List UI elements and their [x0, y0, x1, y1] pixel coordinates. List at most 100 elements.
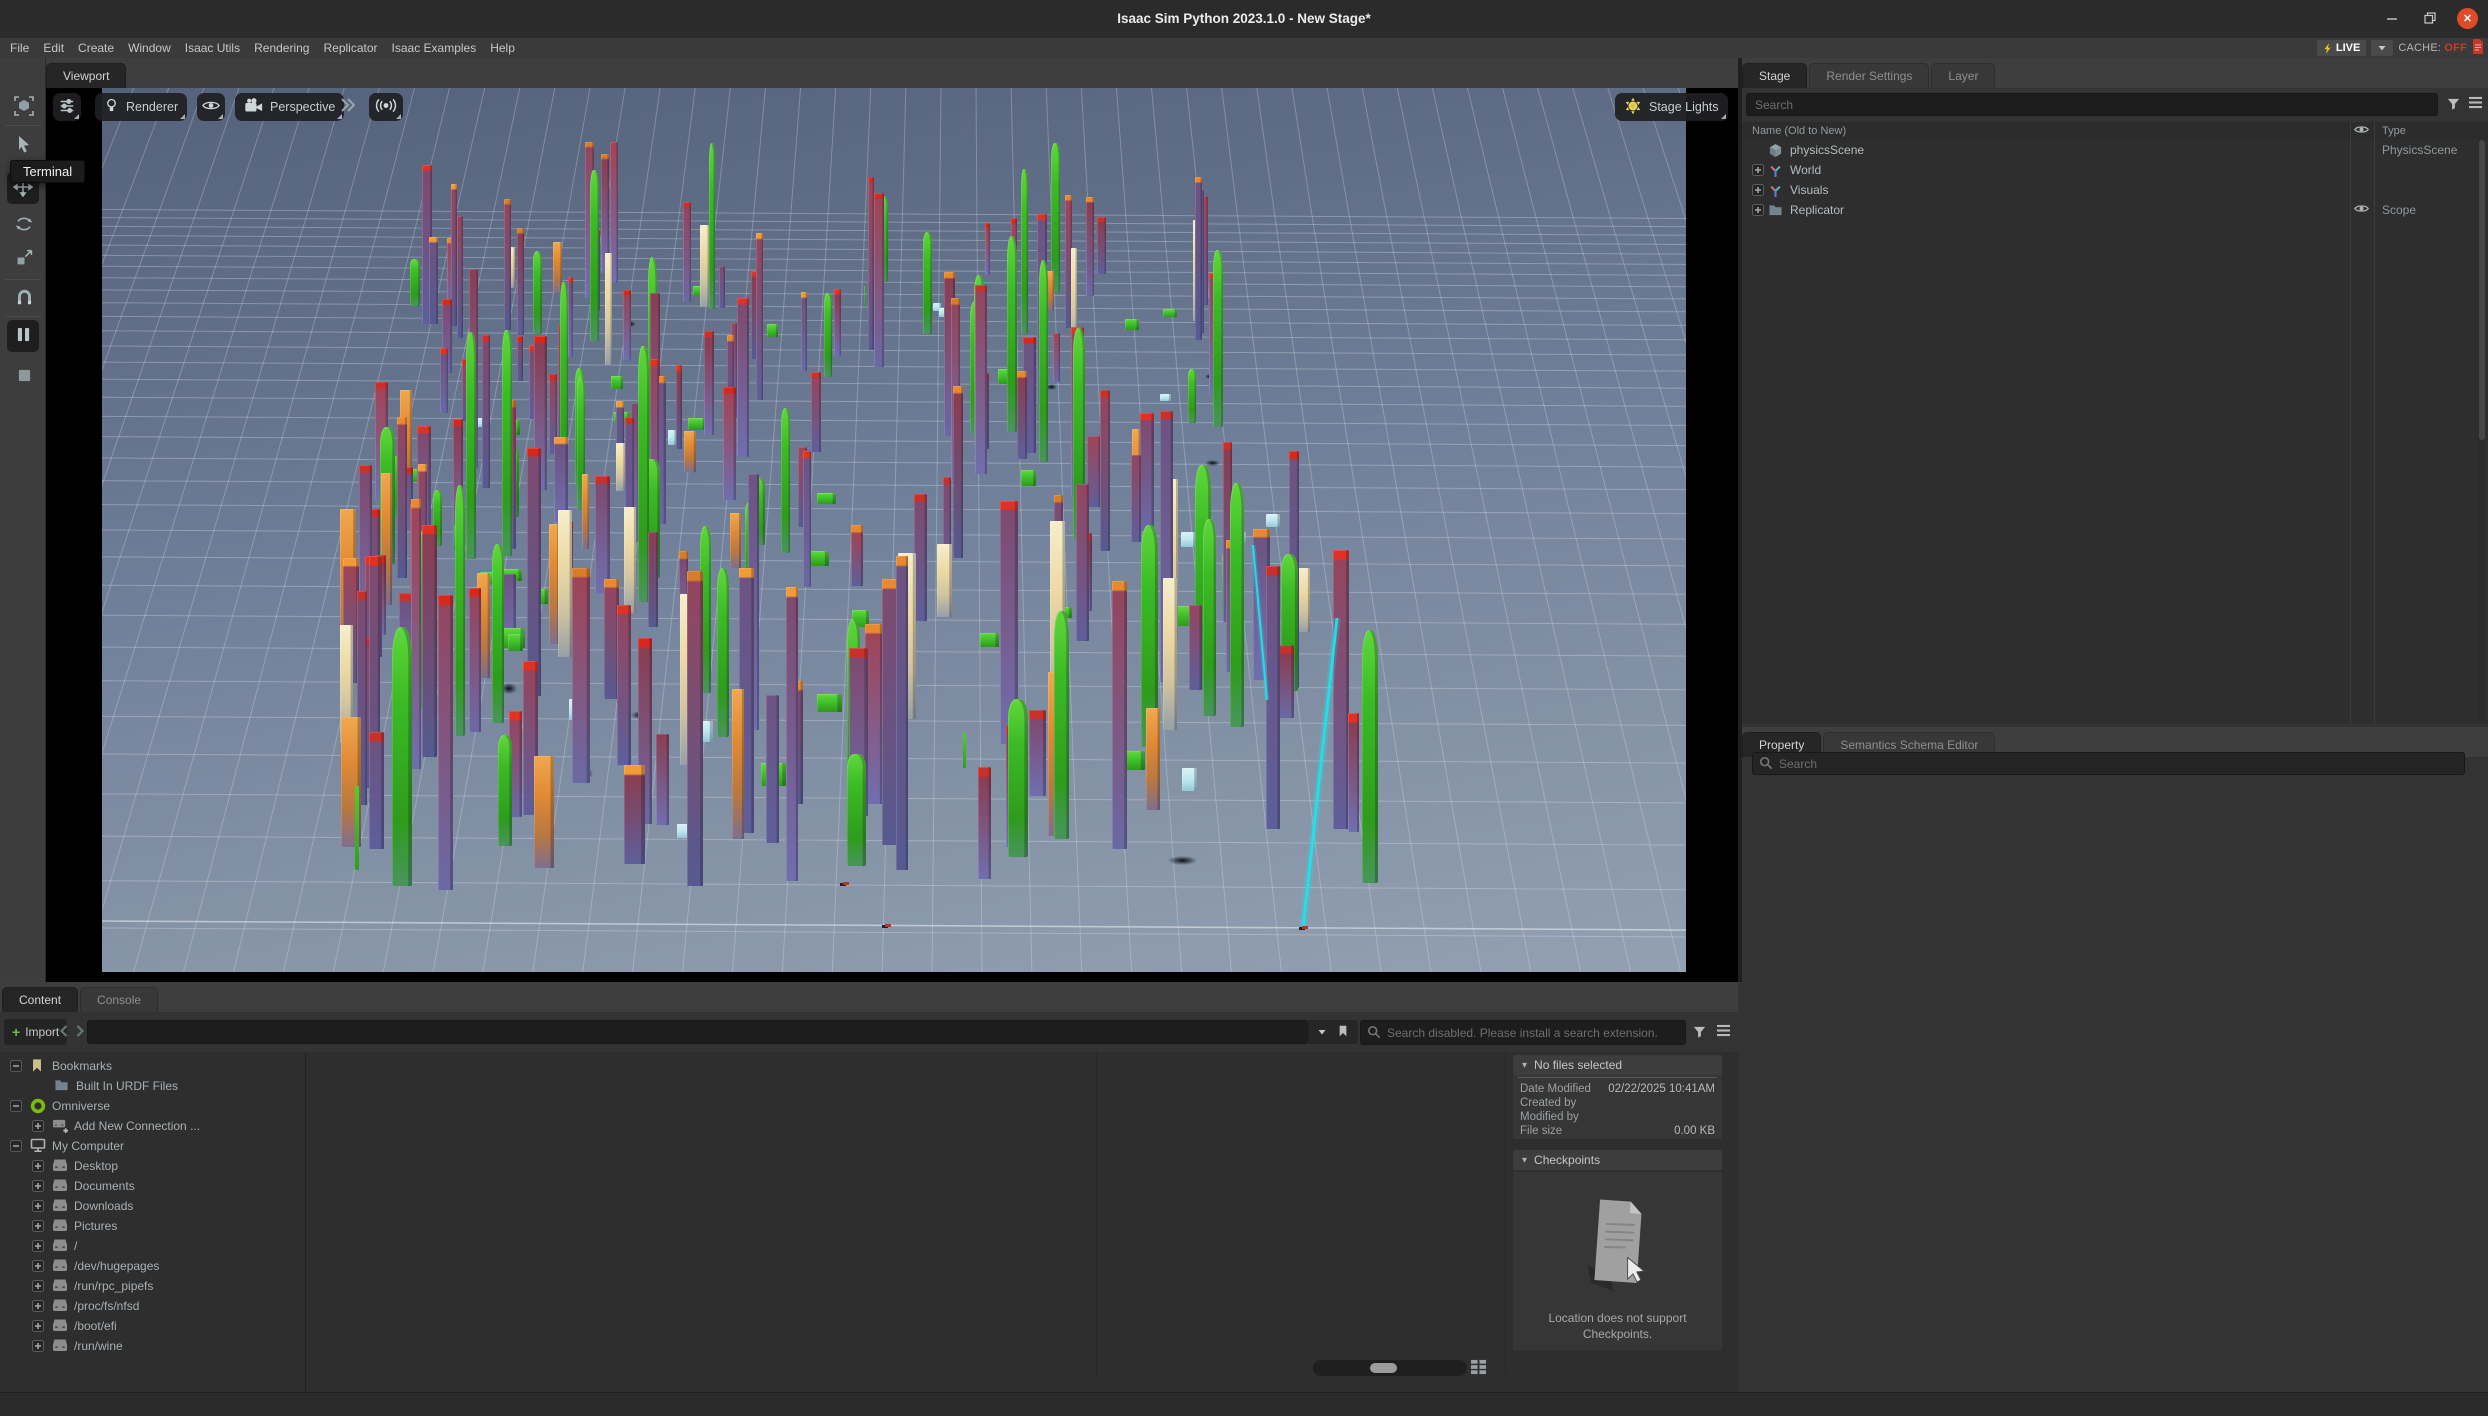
bookmark-icon[interactable]	[1337, 1024, 1349, 1041]
rotate-tool-button[interactable]	[11, 212, 37, 238]
expand-icon[interactable]	[32, 1320, 44, 1332]
tab-stage[interactable]: Stage	[1742, 63, 1807, 88]
tab-console[interactable]: Console	[80, 987, 158, 1012]
type-column-header[interactable]: Type	[2382, 125, 2406, 137]
thumbnail-zoom-slider[interactable]	[1313, 1360, 1467, 1376]
pause-button[interactable]	[7, 320, 39, 352]
visibility-button[interactable]	[197, 93, 225, 121]
slider-handle[interactable]	[1370, 1363, 1397, 1373]
stage-search-input[interactable]	[1746, 93, 2438, 116]
expand-icon[interactable]	[32, 1120, 44, 1132]
expand-icon[interactable]	[32, 1240, 44, 1252]
scene-object	[801, 292, 807, 371]
stage-lights-button[interactable]: Stage Lights	[1615, 93, 1728, 121]
close-button[interactable]: ✕	[2457, 8, 2478, 29]
collapse-icon[interactable]	[10, 1100, 22, 1112]
expand-icon[interactable]	[1752, 204, 1764, 216]
back-button[interactable]	[58, 1024, 70, 1041]
tree-item-proc-fs-nfsd[interactable]: /proc/fs/nfsd	[0, 1296, 305, 1316]
tree-item-documents[interactable]: Documents	[0, 1176, 305, 1196]
expand-icon[interactable]	[32, 1180, 44, 1192]
menu-edit[interactable]: Edit	[36, 38, 71, 58]
property-search-input[interactable]	[1752, 752, 2465, 775]
expand-icon[interactable]	[32, 1220, 44, 1232]
stage-row-physicsscene[interactable]: physicsScenePhysicsScene	[1742, 140, 2488, 160]
selection-mode-button[interactable]	[11, 94, 37, 120]
menu-bar: FileEditCreateWindowIsaac UtilsRendering…	[0, 38, 2488, 58]
scene-object	[582, 474, 589, 549]
tree-item-desktop[interactable]: Desktop	[0, 1156, 305, 1176]
stage-row-world[interactable]: World	[1742, 160, 2488, 180]
stage-scrollbar[interactable]	[2479, 140, 2485, 720]
menu-help[interactable]: Help	[483, 38, 522, 58]
scale-tool-button[interactable]	[11, 246, 37, 272]
scene-object	[978, 767, 991, 879]
renderer-button[interactable]: Renderer	[95, 93, 187, 121]
snap-button[interactable]	[11, 286, 37, 312]
forward-button[interactable]	[74, 1024, 86, 1041]
select-tool-button[interactable]	[11, 132, 37, 158]
checkpoint-document-icon	[1578, 1196, 1658, 1299]
expand-icon[interactable]	[32, 1280, 44, 1292]
tree-item-boot-efi[interactable]: /boot/efi	[0, 1316, 305, 1336]
viewport-settings-button[interactable]	[53, 93, 81, 121]
expand-toolbar-button[interactable]	[339, 97, 355, 116]
tab-layer[interactable]: Layer	[1931, 63, 1995, 88]
emitter-button[interactable]	[369, 93, 403, 121]
camera-button[interactable]: Perspective	[235, 93, 344, 121]
restore-button[interactable]	[2419, 7, 2441, 29]
menu-window[interactable]: Window	[121, 38, 178, 58]
title-bar[interactable]: Isaac Sim Python 2023.1.0 - New Stage* ✕	[0, 0, 2488, 38]
tree-item-downloads[interactable]: Downloads	[0, 1196, 305, 1216]
expand-icon[interactable]	[32, 1260, 44, 1272]
scene-object	[817, 493, 836, 504]
tree-item-bookmarks[interactable]: Bookmarks	[0, 1056, 305, 1076]
no-files-selected-header[interactable]: ▾ No files selected	[1513, 1055, 1722, 1075]
tree-item-[interactable]: /	[0, 1236, 305, 1256]
tree-item-my-computer[interactable]: My Computer	[0, 1136, 305, 1156]
path-dropdown-icon[interactable]	[1317, 1025, 1327, 1039]
tab-viewport[interactable]: Viewport	[46, 63, 126, 88]
cache-doc-icon[interactable]	[2472, 39, 2484, 57]
stage-row-replicator[interactable]: ReplicatorScope	[1742, 200, 2488, 220]
grid-view-icon[interactable]	[1470, 1359, 1488, 1377]
tree-item-pictures[interactable]: Pictures	[0, 1216, 305, 1236]
visibility-eye-icon[interactable]	[2354, 203, 2372, 217]
live-sync-button[interactable]: LIVE	[2317, 40, 2366, 56]
stop-button[interactable]	[11, 364, 37, 390]
checkpoints-header[interactable]: ▾ Checkpoints	[1513, 1150, 1722, 1170]
expand-icon[interactable]	[1752, 164, 1764, 176]
expand-icon[interactable]	[32, 1300, 44, 1312]
tree-item-run-wine[interactable]: /run/wine	[0, 1336, 305, 1356]
minimize-button[interactable]	[2381, 7, 2403, 29]
menu-file[interactable]: File	[3, 38, 36, 58]
collapse-icon[interactable]	[10, 1060, 22, 1072]
stage-filter-icon[interactable]	[2446, 96, 2461, 114]
live-dropdown-button[interactable]	[2371, 40, 2393, 56]
path-input[interactable]	[87, 1020, 1308, 1044]
tree-item-add-new-connection[interactable]: Add New Connection ...	[0, 1116, 305, 1136]
stage-options-icon[interactable]	[2468, 96, 2483, 112]
menu-create[interactable]: Create	[71, 38, 121, 58]
origin-marker	[1302, 926, 1308, 929]
menu-isaac-examples[interactable]: Isaac Examples	[385, 38, 484, 58]
menu-isaac-utils[interactable]: Isaac Utils	[178, 38, 247, 58]
tree-item-run-rpc-pipefs[interactable]: /run/rpc_pipefs	[0, 1276, 305, 1296]
expand-icon[interactable]	[32, 1200, 44, 1212]
tree-item-label: /proc/fs/nfsd	[74, 1299, 139, 1313]
camera-label: Perspective	[270, 100, 335, 114]
viewport-render[interactable]	[102, 88, 1686, 972]
expand-icon[interactable]	[1752, 184, 1764, 196]
tab-content[interactable]: Content	[2, 987, 78, 1012]
tree-item-dev-hugepages[interactable]: /dev/hugepages	[0, 1256, 305, 1276]
expand-icon[interactable]	[32, 1340, 44, 1352]
name-column-header[interactable]: Name (Old to New)	[1752, 125, 1846, 137]
tab-render-settings[interactable]: Render Settings	[1809, 63, 1929, 88]
menu-rendering[interactable]: Rendering	[247, 38, 316, 58]
tree-item-built-in-urdf-files[interactable]: Built In URDF Files	[0, 1076, 305, 1096]
expand-icon[interactable]	[32, 1160, 44, 1172]
tree-item-omniverse[interactable]: Omniverse	[0, 1096, 305, 1116]
collapse-icon[interactable]	[10, 1140, 22, 1152]
menu-replicator[interactable]: Replicator	[316, 38, 384, 58]
stage-row-visuals[interactable]: Visuals	[1742, 180, 2488, 200]
